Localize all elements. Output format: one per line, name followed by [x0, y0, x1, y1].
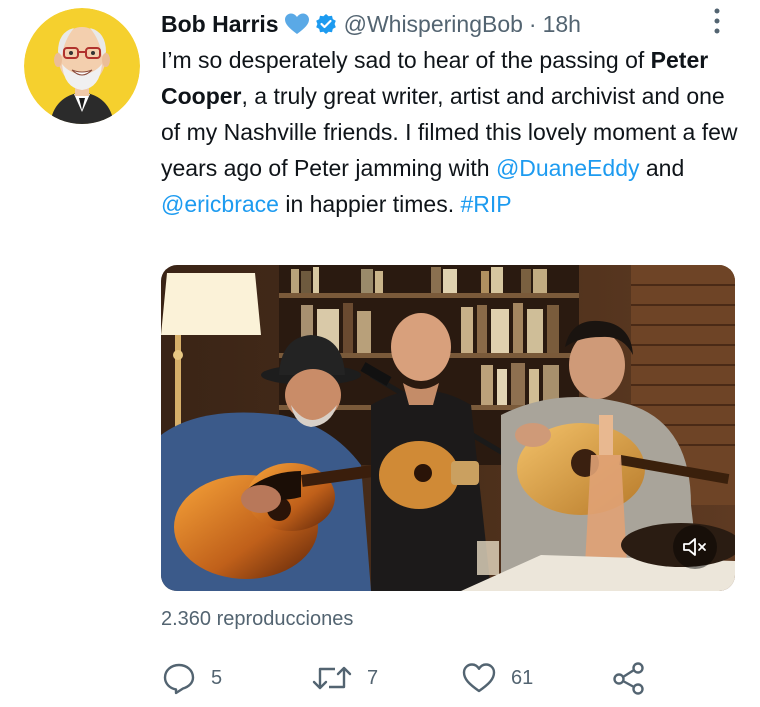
retweet-count: 7 — [367, 666, 379, 689]
view-count: 2.360 reproducciones — [161, 608, 354, 630]
video-player[interactable] — [161, 265, 735, 591]
tweet-action-bar: 5 7 61 — [161, 658, 651, 702]
avatar-illustration — [24, 8, 140, 124]
tweet-text: I’m so desperately sad to hear of the pa… — [161, 42, 741, 222]
tweet-header: Bob Harris @WhisperingBob · 18h — [161, 6, 581, 42]
blue-heart-icon — [284, 12, 310, 36]
avatar[interactable] — [24, 8, 140, 124]
reply-icon — [163, 663, 195, 695]
tweet-text-part: I’m so desperately sad to hear of the pa… — [161, 47, 651, 73]
share-icon — [613, 662, 644, 695]
mute-toggle-button[interactable] — [673, 525, 717, 569]
tweet-text-part: and — [639, 155, 685, 181]
header-separator: · — [528, 10, 537, 37]
mention-link-duaneeddy[interactable]: @DuaneEddy — [496, 155, 640, 181]
author-name[interactable]: Bob Harris — [161, 11, 279, 38]
like-count: 61 — [511, 666, 534, 689]
reply-button[interactable]: 5 — [161, 658, 222, 698]
volume-muted-icon — [683, 538, 706, 556]
more-options-icon[interactable] — [706, 6, 728, 36]
like-button[interactable]: 61 — [461, 658, 533, 698]
retweet-button[interactable]: 7 — [311, 658, 378, 698]
verified-badge-icon — [314, 12, 338, 36]
heart-icon — [462, 663, 496, 693]
hashtag-link-rip[interactable]: #RIP — [460, 191, 511, 217]
video-frame — [161, 265, 735, 591]
share-button[interactable] — [611, 658, 647, 698]
tweet-timestamp[interactable]: 18h — [543, 11, 581, 38]
mention-link-ericbrace[interactable]: @ericbrace — [161, 191, 279, 217]
tweet-text-part: in happier times. — [278, 191, 461, 217]
reply-count: 5 — [211, 666, 223, 689]
retweet-icon — [312, 666, 352, 690]
author-handle[interactable]: @WhisperingBob — [344, 11, 523, 38]
